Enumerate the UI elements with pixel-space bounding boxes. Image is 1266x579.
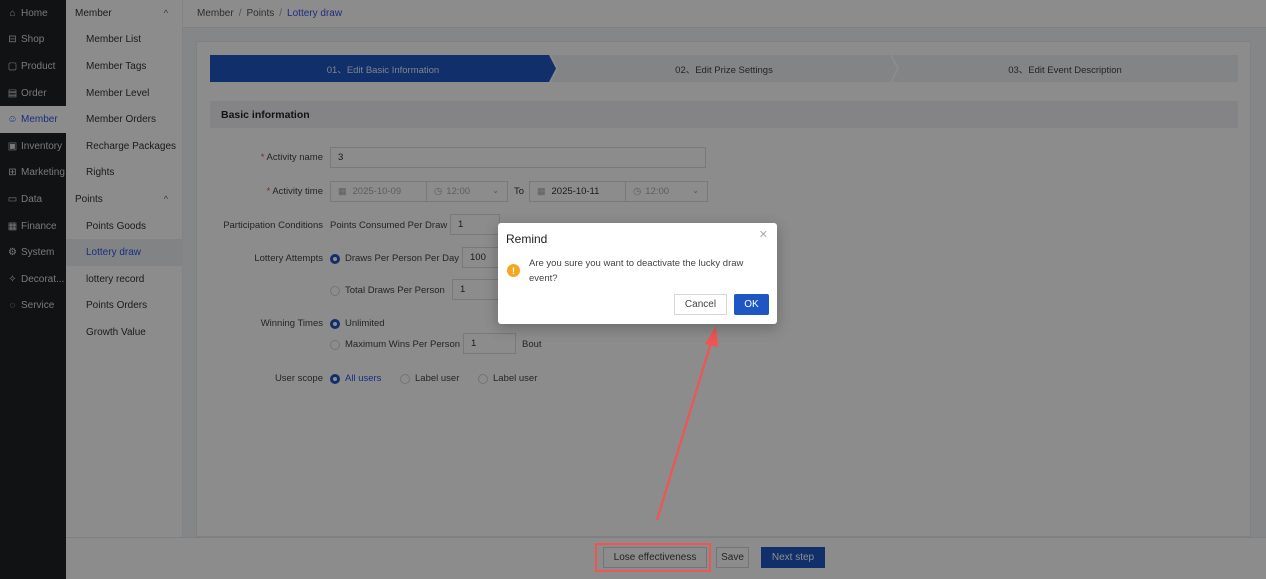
dialog-message: Are you sure you want to deactivate the … xyxy=(529,258,744,284)
warning-icon: ! xyxy=(507,264,520,277)
ok-button[interactable]: OK xyxy=(734,294,769,315)
remind-dialog: Remind ✕ ! Are you sure you want to deac… xyxy=(498,223,777,324)
cancel-button[interactable]: Cancel xyxy=(674,294,727,315)
annotation-highlight-box xyxy=(595,543,711,572)
close-icon[interactable]: ✕ xyxy=(759,228,768,241)
dialog-title: Remind xyxy=(506,232,548,246)
